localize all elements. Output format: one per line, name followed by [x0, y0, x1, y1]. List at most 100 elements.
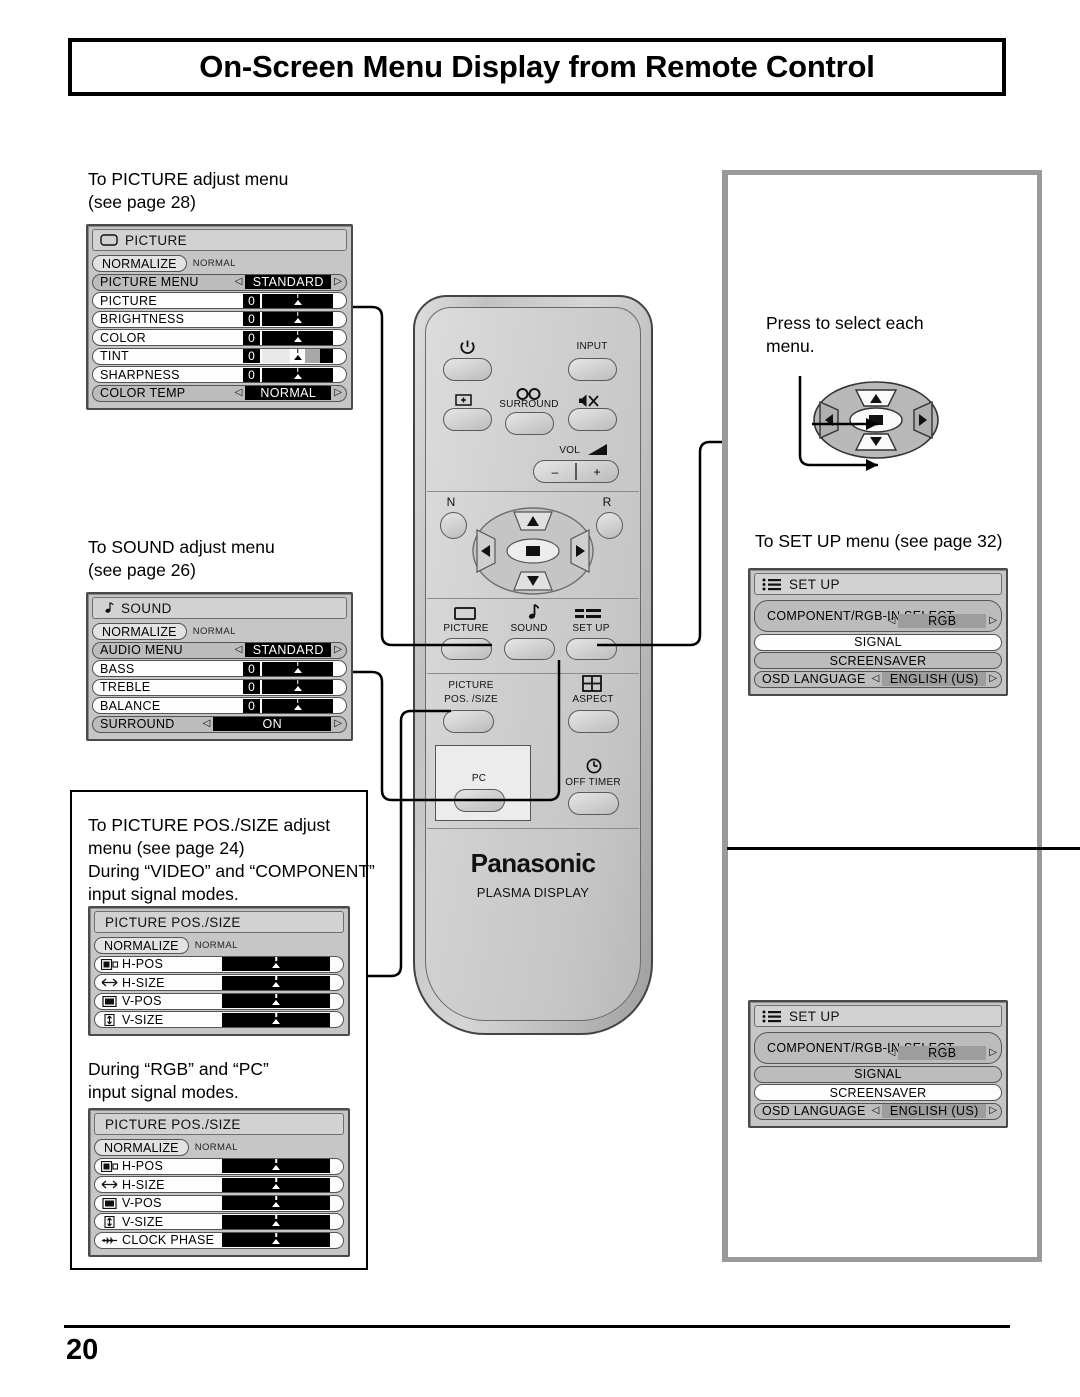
osd-row-brightness[interactable]: BRIGHTNESS 0	[92, 310, 347, 328]
chevron-left-icon[interactable]: ◁	[235, 388, 243, 398]
value-selector[interactable]: ◁ STANDARD ▷	[235, 275, 342, 289]
chevron-right-icon[interactable]: ▷	[334, 719, 342, 729]
slider-bar[interactable]	[262, 349, 333, 363]
value-selector[interactable]: ◁ RGB ▷	[888, 614, 997, 628]
chevron-right-icon[interactable]: ▷	[334, 277, 342, 287]
chevron-left-icon[interactable]: ◁	[235, 277, 243, 287]
slider-bar[interactable]	[262, 661, 333, 676]
slider-bar[interactable]	[222, 1233, 330, 1247]
osd-row-v-size[interactable]: V-SIZE	[94, 1213, 344, 1230]
osd-row-osd-language[interactable]: OSD LANGUAGE ◁ ENGLISH (US) ▷	[754, 670, 1002, 688]
osd-row-component-rgb-in-select[interactable]: COMPONENT/RGB-IN SELECT ◁ RGB ▷	[754, 600, 1002, 632]
chevron-left-icon[interactable]: ◁	[872, 674, 880, 684]
volume-rocker[interactable]: – +	[533, 460, 619, 483]
osd-normalize-row[interactable]: NORMALIZE NORMAL	[92, 255, 347, 272]
slider-bar[interactable]	[222, 1214, 330, 1229]
chevron-right-icon[interactable]: ▷	[989, 616, 997, 626]
osd-row-tint[interactable]: TINT 0	[92, 347, 347, 365]
normalize-button[interactable]: NORMALIZE	[92, 255, 187, 272]
osd-normalize-row[interactable]: NORMALIZE NORMAL	[94, 937, 344, 954]
chevron-left-icon[interactable]: ◁	[235, 645, 243, 655]
slider-bar[interactable]	[262, 680, 333, 694]
pc-button[interactable]	[454, 789, 505, 812]
recall-button[interactable]	[443, 408, 492, 431]
osd-row-clock-phase[interactable]: CLOCK PHASE	[94, 1231, 344, 1249]
slider-bar[interactable]	[262, 330, 333, 345]
value-selector[interactable]: ◁ ENGLISH (US) ▷	[872, 672, 997, 686]
volume-down-label[interactable]: –	[534, 461, 576, 482]
normalize-button[interactable]: NORMALIZE	[92, 623, 187, 640]
off-timer-button[interactable]	[568, 792, 619, 815]
value-selector[interactable]: ◁ STANDARD ▷	[235, 643, 342, 657]
slider-bar[interactable]	[262, 367, 333, 382]
osd-row-sharpness[interactable]: SHARPNESS 0	[92, 366, 347, 383]
aspect-button[interactable]	[568, 710, 619, 733]
osd-row-picture[interactable]: PICTURE 0	[92, 292, 347, 309]
chevron-left-icon[interactable]: ◁	[888, 1048, 896, 1058]
osd-row-h-size[interactable]: H-SIZE	[94, 1176, 344, 1193]
mute-button[interactable]	[568, 408, 617, 431]
osd-row-balance[interactable]: BALANCE 0	[92, 697, 347, 714]
setup-button[interactable]	[566, 638, 617, 660]
power-button[interactable]	[443, 358, 492, 381]
osd-row-osd-language[interactable]: OSD LANGUAGE ◁ ENGLISH (US) ▷	[754, 1102, 1002, 1120]
footer-rule	[64, 1325, 1010, 1328]
slider-bar[interactable]	[222, 1196, 330, 1210]
slider-bar[interactable]	[222, 1159, 330, 1173]
osd-row-surround[interactable]: SURROUND ◁ ON ▷	[92, 715, 347, 733]
volume-up-label[interactable]: +	[576, 461, 618, 482]
value-selector[interactable]: ◁ RGB ▷	[888, 1046, 997, 1060]
slider-bar[interactable]	[222, 975, 330, 990]
osd-row-v-pos[interactable]: V-POS	[94, 992, 344, 1010]
osd-row-treble[interactable]: TREBLE 0	[92, 678, 347, 696]
value-selector[interactable]: ◁ ON ▷	[203, 717, 342, 731]
n-button[interactable]	[440, 512, 467, 539]
normalize-button[interactable]: NORMALIZE	[94, 937, 189, 954]
slider-bar[interactable]	[222, 994, 330, 1008]
chevron-left-icon[interactable]: ◁	[203, 719, 211, 729]
row-label: V-POS	[122, 994, 162, 1008]
slider-bar[interactable]	[262, 698, 333, 713]
sound-button[interactable]	[504, 638, 555, 660]
osd-row-screensaver[interactable]: SCREENSAVER	[754, 652, 1002, 669]
osd-row-audio-menu[interactable]: AUDIO MENU ◁ STANDARD ▷	[92, 641, 347, 659]
osd-row-picture-menu[interactable]: PICTURE MENU ◁ STANDARD ▷	[92, 273, 347, 291]
input-button[interactable]	[568, 358, 617, 381]
osd-normalize-row[interactable]: NORMALIZE NORMAL	[94, 1139, 344, 1156]
osd-row-signal[interactable]: SIGNAL	[754, 633, 1002, 651]
osd-row-h-pos[interactable]: H-POS	[94, 955, 344, 973]
normalize-button[interactable]: NORMALIZE	[94, 1139, 189, 1156]
chevron-right-icon[interactable]: ▷	[989, 1048, 997, 1058]
chevron-right-icon[interactable]: ▷	[989, 674, 997, 684]
slider-bar[interactable]	[222, 1177, 330, 1192]
slider-bar[interactable]	[262, 293, 333, 308]
slider-bar[interactable]	[222, 957, 330, 971]
value-selector[interactable]: ◁ ENGLISH (US) ▷	[872, 1104, 997, 1118]
osd-row-color[interactable]: COLOR 0	[92, 329, 347, 346]
navigation-dpad[interactable]	[471, 506, 595, 596]
clock-phase-icon	[101, 1234, 118, 1246]
picture-pos-size-button[interactable]	[443, 710, 494, 733]
slider-bar[interactable]	[222, 1012, 330, 1027]
osd-row-h-pos[interactable]: H-POS	[94, 1157, 344, 1175]
osd-row-h-size[interactable]: H-SIZE	[94, 974, 344, 991]
picture-button[interactable]	[441, 638, 492, 660]
chevron-right-icon[interactable]: ▷	[334, 645, 342, 655]
chevron-left-icon[interactable]: ◁	[872, 1106, 880, 1116]
osd-normalize-row[interactable]: NORMALIZE NORMAL	[92, 623, 347, 640]
chevron-left-icon[interactable]: ◁	[888, 616, 896, 626]
value-selector[interactable]: ◁ NORMAL ▷	[235, 386, 342, 400]
osd-row-v-pos[interactable]: V-POS	[94, 1194, 344, 1212]
osd-row-signal[interactable]: SIGNAL	[754, 1065, 1002, 1083]
slider-bar[interactable]	[262, 312, 333, 326]
osd-row-color-temp[interactable]: COLOR TEMP ◁ NORMAL ▷	[92, 384, 347, 402]
chevron-right-icon[interactable]: ▷	[989, 1106, 997, 1116]
osd-row-screensaver[interactable]: SCREENSAVER	[754, 1084, 1002, 1101]
osd-row-v-size[interactable]: V-SIZE	[94, 1011, 344, 1028]
surround-button[interactable]	[505, 412, 554, 435]
osd-row-bass[interactable]: BASS 0	[92, 660, 347, 677]
row-label: H-SIZE	[122, 1177, 165, 1192]
osd-row-component-rgb-in-select[interactable]: COMPONENT/RGB-IN SELECT ◁ RGB ▷	[754, 1032, 1002, 1064]
r-button[interactable]	[596, 512, 623, 539]
chevron-right-icon[interactable]: ▷	[334, 388, 342, 398]
